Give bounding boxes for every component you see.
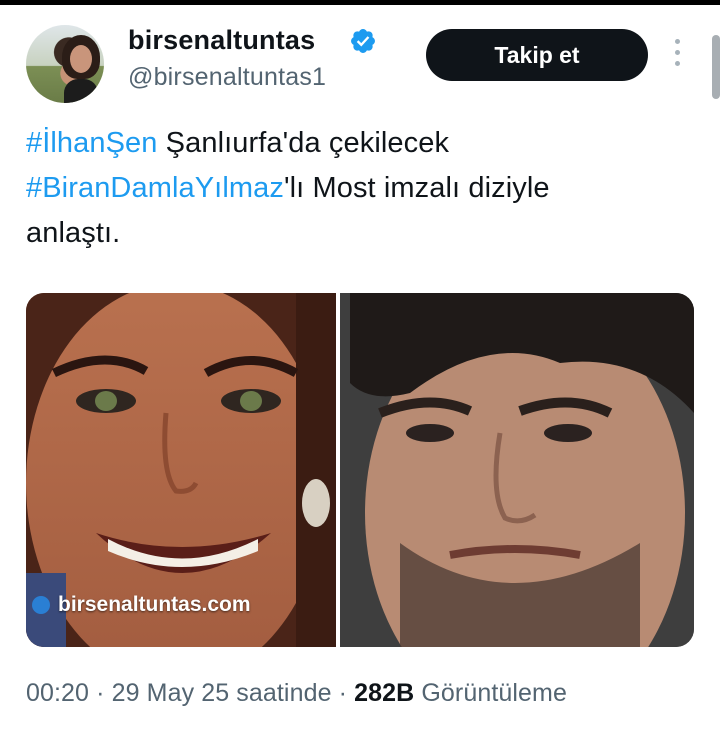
- tweet-date[interactable]: 29 May 25 saatinde: [112, 679, 332, 707]
- media-grid: birsenaltuntas.com: [26, 293, 694, 647]
- author-name[interactable]: birsenaltuntas: [128, 25, 315, 56]
- avatar[interactable]: [26, 25, 104, 103]
- meta-separator: ·: [89, 679, 112, 707]
- more-options-icon[interactable]: [670, 39, 684, 73]
- scrollbar[interactable]: [712, 35, 720, 99]
- watermark-text: birsenaltuntas.com: [58, 593, 251, 616]
- meta-separator: ·: [331, 679, 355, 707]
- media-watermark: birsenaltuntas.com: [26, 585, 276, 625]
- tweet-time[interactable]: 00:20: [26, 679, 89, 707]
- hashtag-link[interactable]: #İlhanŞen: [26, 127, 158, 159]
- views-label: Görüntüleme: [414, 679, 567, 707]
- tweet[interactable]: birsenaltuntas @birsenaltuntas1 Takip et…: [0, 5, 720, 732]
- media-image-left[interactable]: birsenaltuntas.com: [26, 293, 336, 647]
- media-image-right[interactable]: [340, 293, 694, 647]
- watermark-logo-icon: [32, 596, 50, 614]
- author-handle[interactable]: @birsenaltuntas1: [128, 63, 326, 92]
- tweet-text: #İlhanŞen Şanlıurfa'da çekilecek #BiranD…: [26, 121, 706, 256]
- views-count: 282B: [354, 679, 415, 707]
- hashtag-link[interactable]: #BiranDamlaYılmaz: [26, 172, 284, 204]
- tweet-text-segment: anlaştı.: [26, 217, 121, 249]
- avatar-face: [70, 45, 92, 73]
- tweet-text-segment: Şanlıurfa'da çekilecek: [157, 127, 450, 159]
- verified-badge-icon: [351, 29, 375, 53]
- follow-button[interactable]: Takip et: [426, 29, 648, 81]
- tweet-meta: 00:20 · 29 May 25 saatinde · 282B Görünt…: [26, 679, 567, 708]
- avatar-shirt: [64, 79, 98, 103]
- tweet-text-segment: 'lı Most imzalı diziyle: [283, 172, 550, 204]
